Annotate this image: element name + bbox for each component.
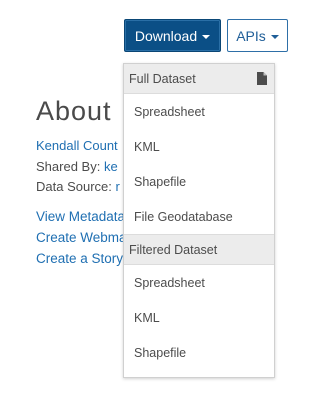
source-link[interactable]: Kendall Count xyxy=(36,138,118,153)
document-icon xyxy=(257,72,267,85)
filtered-spreadsheet-item[interactable]: Spreadsheet xyxy=(124,265,274,300)
caret-down-icon xyxy=(202,34,211,39)
full-file-geodatabase-item[interactable]: File Geodatabase xyxy=(124,199,274,234)
filtered-shapefile-item[interactable]: Shapefile xyxy=(124,335,274,370)
source-link-line: Kendall Count xyxy=(36,138,118,153)
full-dataset-title: Full Dataset xyxy=(129,71,196,86)
full-shapefile-item[interactable]: Shapefile xyxy=(124,164,274,199)
create-story-link[interactable]: Create a Story xyxy=(36,251,123,266)
shared-by-line: Shared By: ke xyxy=(36,159,118,174)
filtered-kml-item[interactable]: KML xyxy=(124,300,274,335)
shared-by-label: Shared By: xyxy=(36,159,104,174)
filtered-dataset-title: Filtered Dataset xyxy=(129,242,218,257)
shared-by-link[interactable]: ke xyxy=(104,159,118,174)
about-heading: About xyxy=(36,96,112,126)
full-kml-item[interactable]: KML xyxy=(124,129,274,164)
filtered-dataset-header: Filtered Dataset xyxy=(124,234,274,265)
download-button[interactable]: Download xyxy=(124,19,221,52)
caret-down-icon xyxy=(270,34,279,39)
data-source-link[interactable]: r xyxy=(116,179,120,194)
apis-button-label: APIs xyxy=(236,27,266,44)
full-dataset-header: Full Dataset xyxy=(124,64,274,94)
download-button-label: Download xyxy=(134,27,198,44)
data-source-line: Data Source: r xyxy=(36,179,120,194)
create-webmap-link[interactable]: Create Webma xyxy=(36,230,127,245)
view-metadata-link[interactable]: View Metadata xyxy=(36,209,125,224)
data-source-label: Data Source: xyxy=(36,179,116,194)
download-dropdown-menu: Full Dataset Spreadsheet KML Shapefile F… xyxy=(123,63,275,378)
apis-button[interactable]: APIs xyxy=(227,19,288,52)
full-spreadsheet-item[interactable]: Spreadsheet xyxy=(124,94,274,129)
